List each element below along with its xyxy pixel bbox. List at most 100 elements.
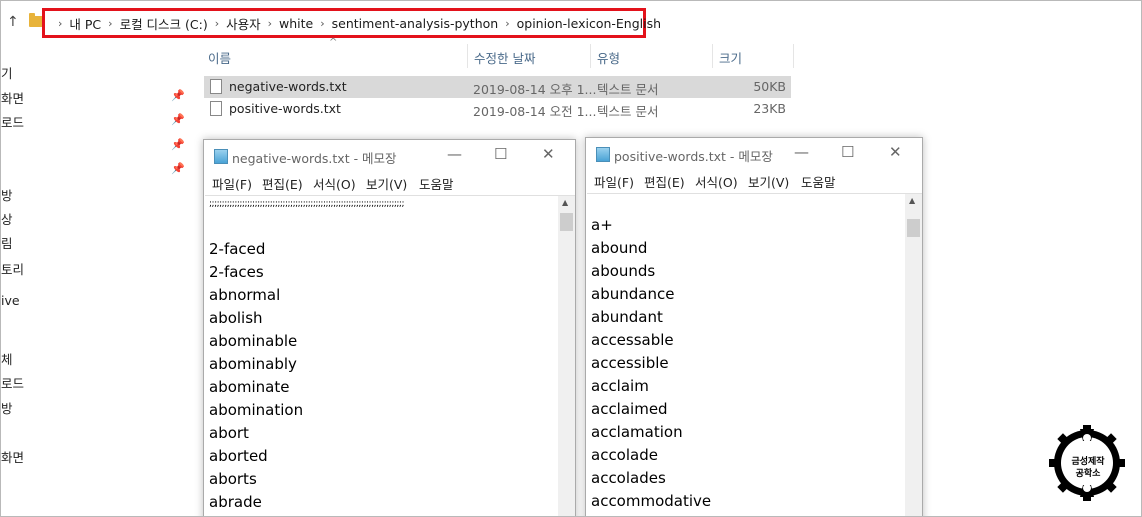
text-area[interactable]: ;;;;;;;;;;;;;;;;;;;;;;;;;;;;;;;;;;;;;;;;…: [205, 195, 558, 516]
breadcrumb-user[interactable]: white: [279, 16, 313, 31]
chevron-right-icon[interactable]: ›: [505, 17, 509, 30]
up-arrow-icon[interactable]: ↑: [7, 14, 19, 30]
vertical-scrollbar[interactable]: ▲: [558, 195, 575, 516]
address-bar[interactable]: › 내 PC › 로컬 디스크 (C:) › 사용자 › white › sen…: [42, 8, 661, 38]
chevron-right-icon[interactable]: ›: [215, 17, 219, 30]
file-name: positive-words.txt: [229, 101, 341, 116]
file-size: 50KB: [753, 79, 786, 94]
minimize-button[interactable]: —: [794, 143, 809, 161]
text-line: acclaimed: [591, 400, 668, 418]
text-line: accommodative: [591, 492, 712, 510]
chevron-right-icon[interactable]: ›: [268, 17, 272, 30]
menu-edit[interactable]: 편집(E): [262, 174, 303, 193]
column-header-name[interactable]: 이름: [208, 48, 231, 72]
close-button[interactable]: ✕: [542, 145, 555, 163]
column-divider[interactable]: [590, 44, 591, 68]
file-size: 23KB: [753, 101, 786, 116]
notepad-window-positive: positive-words.txt - 메모장 — ☐ ✕ 파일(F) 편집(…: [585, 137, 923, 516]
text-line: abrade: [209, 493, 262, 511]
file-type: 텍스트 문서: [597, 82, 659, 97]
logo-bottom-text: 공학소: [1075, 469, 1101, 479]
nav-item[interactable]: 로드: [1, 373, 24, 392]
file-row[interactable]: positive-words.txt 2019-08-14 오전 1... 텍스…: [204, 98, 791, 120]
text-line: acclaim: [591, 377, 649, 395]
text-line: abominably: [209, 355, 297, 373]
file-name: negative-words.txt: [229, 79, 347, 94]
nav-item[interactable]: 토리: [1, 259, 24, 278]
menu-bar: 파일(F) 편집(E) 서식(O) 보기(V) 도움말: [204, 170, 575, 194]
nav-item[interactable]: 상: [1, 209, 13, 228]
title-bar[interactable]: negative-words.txt - 메모장 — ☐ ✕: [204, 140, 575, 170]
breadcrumb-users[interactable]: 사용자: [226, 14, 261, 33]
menu-help[interactable]: 도움말: [419, 174, 454, 193]
text-line: abolish: [209, 309, 263, 327]
text-area[interactable]: a+ abound abounds abundance abundant acc…: [587, 193, 905, 516]
pin-icon[interactable]: 📌: [171, 113, 185, 126]
scroll-up-icon[interactable]: ▲: [909, 196, 915, 205]
vertical-scrollbar[interactable]: ▲: [905, 193, 922, 516]
text-line: accessible: [591, 354, 669, 372]
pin-icon[interactable]: 📌: [171, 162, 185, 175]
navigation-pane: 기 화면 로드 방 상 림 토리 ive 체 로드 방 화면 📌 📌 📌 📌: [1, 45, 189, 516]
menu-view[interactable]: 보기(V): [748, 172, 789, 191]
nav-item[interactable]: 화면: [1, 88, 24, 107]
text-line: abundance: [591, 285, 675, 303]
maximize-button[interactable]: ☐: [841, 143, 854, 161]
nav-item[interactable]: 림: [1, 233, 13, 252]
text-line: abominate: [209, 378, 290, 396]
notepad-icon: [596, 147, 610, 162]
nav-item[interactable]: 로드: [1, 112, 24, 131]
text-line: abort: [209, 424, 249, 442]
close-button[interactable]: ✕: [889, 143, 902, 161]
menu-edit[interactable]: 편집(E): [644, 172, 685, 191]
column-header-modified[interactable]: 수정한 날짜: [474, 48, 535, 72]
text-file-icon: [210, 79, 222, 94]
column-header-size[interactable]: 크기: [719, 48, 742, 72]
nav-item[interactable]: 체: [1, 349, 13, 368]
column-header-type[interactable]: 유형: [597, 48, 620, 72]
file-modified: 2019-08-14 오전 1...: [473, 104, 597, 119]
pin-icon[interactable]: 📌: [171, 89, 185, 102]
menu-format[interactable]: 서식(O): [695, 172, 738, 191]
breadcrumb-project[interactable]: sentiment-analysis-python: [332, 16, 499, 31]
logo: 금성제작 공학소: [1047, 423, 1127, 503]
breadcrumb-my-pc[interactable]: 내 PC: [69, 14, 101, 33]
text-line: 2-faces: [209, 263, 264, 281]
scroll-up-icon[interactable]: ▲: [562, 198, 568, 207]
column-divider[interactable]: [793, 44, 794, 68]
chevron-right-icon[interactable]: ›: [108, 17, 112, 30]
menu-format[interactable]: 서식(O): [313, 174, 356, 193]
maximize-button[interactable]: ☐: [494, 145, 507, 163]
folder-icon: [29, 13, 43, 27]
minimize-button[interactable]: —: [447, 145, 462, 163]
scroll-thumb[interactable]: [907, 219, 920, 237]
file-row[interactable]: negative-words.txt 2019-08-14 오후 1... 텍스…: [204, 76, 791, 98]
column-divider[interactable]: [467, 44, 468, 68]
menu-bar: 파일(F) 편집(E) 서식(O) 보기(V) 도움말: [586, 168, 922, 192]
text-line: 2-faced: [209, 240, 266, 258]
column-divider[interactable]: [712, 44, 713, 68]
menu-file[interactable]: 파일(F): [212, 174, 252, 193]
breadcrumb-local-disk[interactable]: 로컬 디스크 (C:): [120, 14, 208, 33]
explorer-window: ↑ › 내 PC › 로컬 디스크 (C:) › 사용자 › white › s…: [0, 0, 1142, 517]
nav-item[interactable]: 방: [1, 398, 13, 417]
text-file-icon: [210, 101, 222, 116]
text-line: accolade: [591, 446, 658, 464]
text-line: accolades: [591, 469, 666, 487]
nav-item[interactable]: 기: [1, 63, 13, 82]
menu-file[interactable]: 파일(F): [594, 172, 634, 191]
address-bar-area: ↑ › 내 PC › 로컬 디스크 (C:) › 사용자 › white › s…: [1, 1, 1141, 45]
menu-help[interactable]: 도움말: [801, 172, 836, 191]
menu-view[interactable]: 보기(V): [366, 174, 407, 193]
nav-item[interactable]: 방: [1, 185, 13, 204]
title-bar[interactable]: positive-words.txt - 메모장 — ☐ ✕: [586, 138, 922, 168]
chevron-right-icon[interactable]: ›: [320, 17, 324, 30]
chevron-right-icon[interactable]: ›: [58, 17, 62, 30]
sort-ascending-icon: ^: [329, 37, 338, 48]
scroll-thumb[interactable]: [560, 213, 573, 231]
breadcrumb-current-folder[interactable]: opinion-lexicon-English: [517, 16, 661, 31]
pin-icon[interactable]: 📌: [171, 138, 185, 151]
text-line: abominable: [209, 332, 298, 350]
nav-item[interactable]: ive: [1, 293, 20, 308]
nav-item[interactable]: 화면: [1, 447, 24, 466]
